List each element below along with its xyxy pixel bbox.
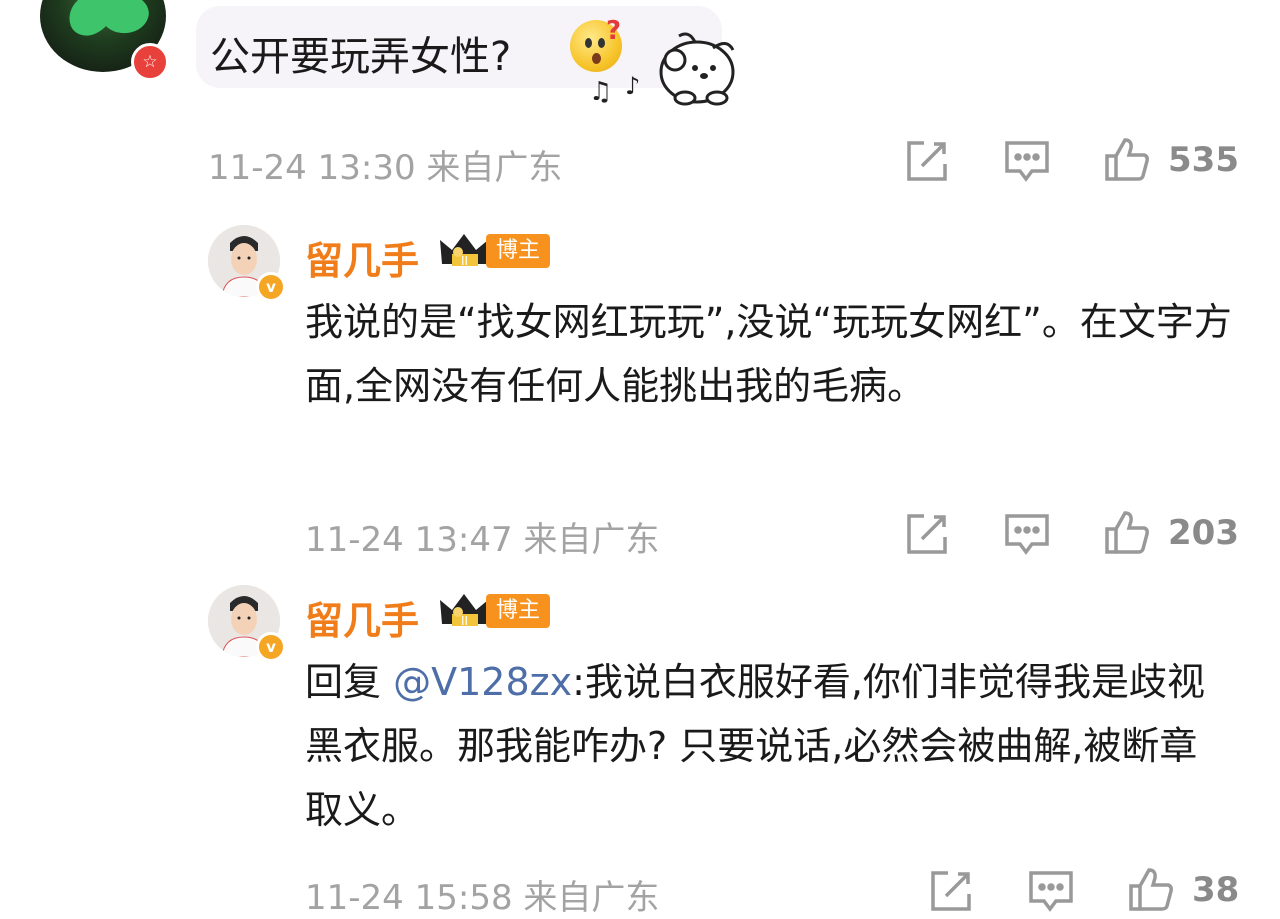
crown-icon: II [440, 234, 488, 268]
reply-text: 我说的是“找女网红玩玩”,没说“玩玩女网红”。在文字方面,全网没有任何人能挑出我… [305, 300, 1232, 408]
username[interactable]: 留几手 [305, 590, 419, 645]
location: 来自广东 [523, 520, 660, 560]
timestamp: 11-24 15:58 [305, 878, 513, 918]
comment-icon[interactable] [1004, 138, 1050, 184]
comment-icon[interactable] [1004, 511, 1050, 557]
like-icon[interactable] [1104, 509, 1150, 555]
svg-text:♪: ♪ [625, 72, 640, 100]
svg-text:II: II [461, 254, 468, 268]
timestamp: 11-24 13:47 [305, 520, 513, 560]
crown-icon: II [440, 594, 488, 628]
comment-meta: 11-24 15:58 来自广东 [305, 870, 659, 919]
comment-meta: 11-24 13:47 来自广东 [305, 512, 659, 561]
verified-icon: v [256, 272, 286, 302]
comment-text: 公开要玩弄女性? [210, 34, 512, 80]
verified-icon: ☆ [131, 43, 169, 81]
like-count: 38 [1192, 870, 1240, 910]
svg-text:♫: ♫ [589, 77, 612, 107]
mention-link[interactable]: @V128zx [393, 660, 572, 704]
reply-text: 回复 @V128zx:我说白衣服好看,你们非觉得我是歧视黑衣服。那我能咋办? 只… [305, 650, 1235, 842]
share-icon[interactable] [904, 138, 950, 184]
location: 来自广东 [426, 148, 563, 188]
timestamp: 11-24 13:30 [208, 148, 416, 188]
comment-meta: 11-24 13:30 来自广东 [208, 140, 562, 189]
verified-icon: v [256, 632, 286, 662]
like-icon[interactable] [1128, 866, 1174, 912]
comment-icon[interactable] [1028, 868, 1074, 914]
author-badge: 博主 [486, 594, 551, 628]
share-icon[interactable] [928, 868, 974, 914]
sticker-icon: ♫ ♪ [589, 32, 735, 107]
username[interactable]: 留几手 [305, 230, 419, 285]
reply-prefix: 回复 [305, 660, 394, 704]
like-icon[interactable] [1104, 136, 1150, 182]
like-count: 203 [1168, 513, 1239, 553]
svg-text:II: II [461, 614, 468, 628]
author-badge: 博主 [486, 234, 551, 268]
location: 来自广东 [523, 878, 660, 918]
like-count: 535 [1168, 140, 1239, 180]
share-icon[interactable] [904, 511, 950, 557]
